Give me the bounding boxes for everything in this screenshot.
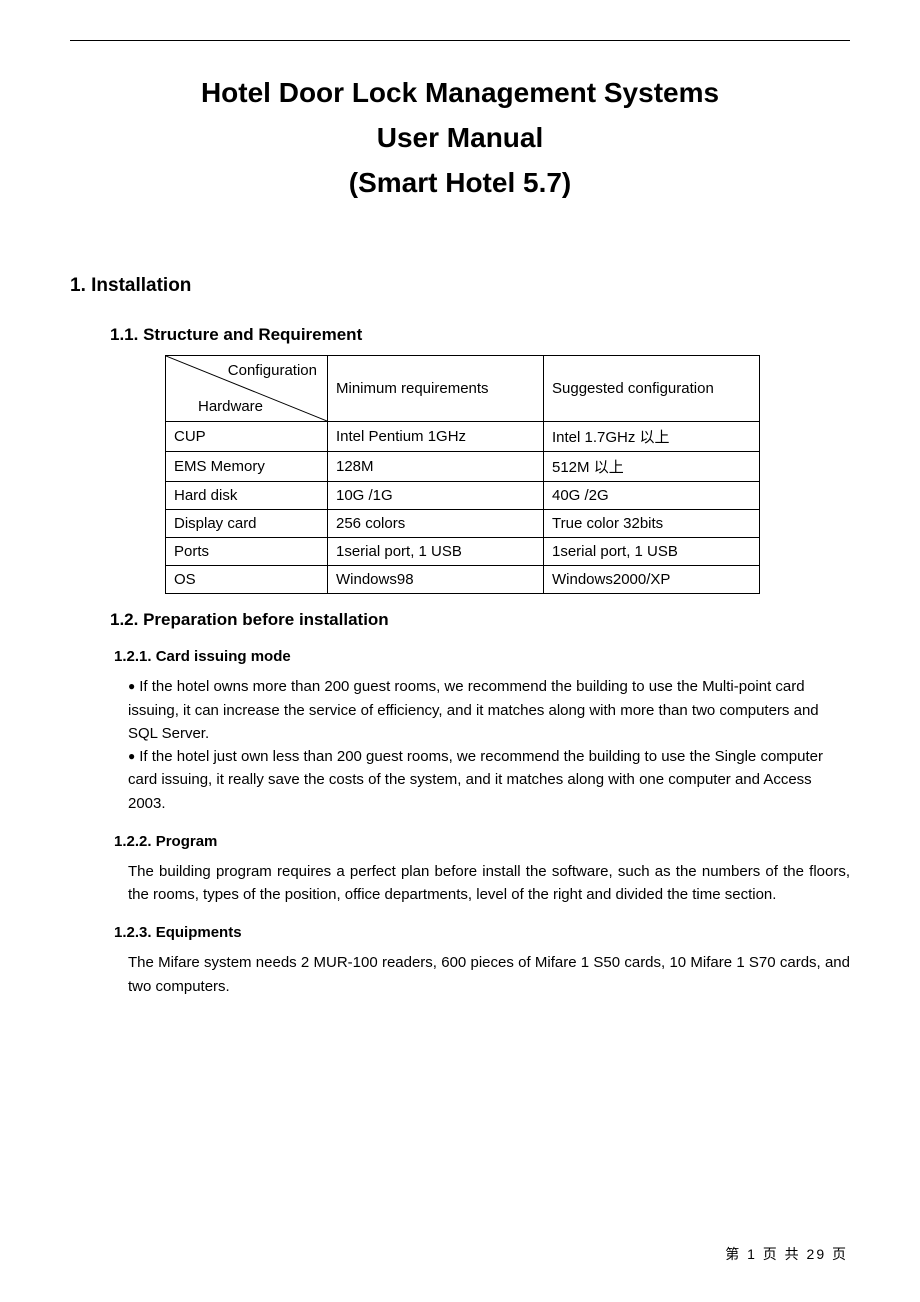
heading-program: 1.2.2. Program	[114, 833, 850, 850]
cell: 40G /2G	[544, 482, 760, 510]
paragraph-multi-point: If the hotel owns more than 200 guest ro…	[128, 678, 819, 742]
cell: CUP	[166, 422, 328, 452]
cell: Windows2000/XP	[544, 566, 760, 594]
table-row: OS Windows98 Windows2000/XP	[166, 566, 760, 594]
diag-label-bottom: Hardware	[198, 398, 263, 415]
cell: EMS Memory	[166, 452, 328, 482]
heading-card-issuing-mode: 1.2.1. Card issuing mode	[114, 648, 850, 665]
cell: Ports	[166, 538, 328, 566]
table-row: Ports 1serial port, 1 USB 1serial port, …	[166, 538, 760, 566]
cell: 512M 以上	[544, 452, 760, 482]
heading-equipments: 1.2.3. Equipments	[114, 924, 850, 941]
cell: 10G /1G	[328, 482, 544, 510]
cell: Intel 1.7GHz 以上	[544, 422, 760, 452]
document-title: Hotel Door Lock Management Systems User …	[70, 71, 850, 205]
table-row: Display card 256 colors True color 32bit…	[166, 510, 760, 538]
table-row: Hard disk 10G /1G 40G /2G	[166, 482, 760, 510]
cell: 128M	[328, 452, 544, 482]
title-line-1: Hotel Door Lock Management Systems	[70, 71, 850, 116]
paragraph-equipments: The Mifare system needs 2 MUR-100 reader…	[128, 951, 850, 998]
cell: Hard disk	[166, 482, 328, 510]
requirements-table: Configuration Hardware Minimum requireme…	[165, 355, 760, 594]
heading-preparation: 1.2. Preparation before installation	[110, 610, 850, 630]
title-line-2: User Manual	[70, 116, 850, 161]
cell: 1serial port, 1 USB	[544, 538, 760, 566]
table-row: CUP Intel Pentium 1GHz Intel 1.7GHz 以上	[166, 422, 760, 452]
cell: 1serial port, 1 USB	[328, 538, 544, 566]
table-header-suggested: Suggested configuration	[544, 356, 760, 422]
cell: Windows98	[328, 566, 544, 594]
cell: Intel Pentium 1GHz	[328, 422, 544, 452]
cell: Display card	[166, 510, 328, 538]
cell: True color 32bits	[544, 510, 760, 538]
heading-installation: 1. Installation	[70, 275, 850, 297]
table-header-diagonal: Configuration Hardware	[166, 356, 328, 422]
paragraph-program: The building program requires a perfect …	[128, 860, 850, 907]
table-row: EMS Memory 128M 512M 以上	[166, 452, 760, 482]
title-line-3: (Smart Hotel 5.7)	[70, 161, 850, 206]
table-header-minimum: Minimum requirements	[328, 356, 544, 422]
diag-label-top: Configuration	[228, 362, 317, 379]
cell: OS	[166, 566, 328, 594]
paragraph-single-computer: If the hotel just own less than 200 gues…	[128, 748, 823, 812]
bullet-icon	[128, 748, 139, 765]
heading-structure-requirement: 1.1. Structure and Requirement	[110, 325, 850, 345]
bullet-icon	[128, 678, 139, 695]
top-divider	[70, 40, 850, 41]
cell: 256 colors	[328, 510, 544, 538]
page-footer: 第 1 页 共 29 页	[725, 1244, 848, 1264]
